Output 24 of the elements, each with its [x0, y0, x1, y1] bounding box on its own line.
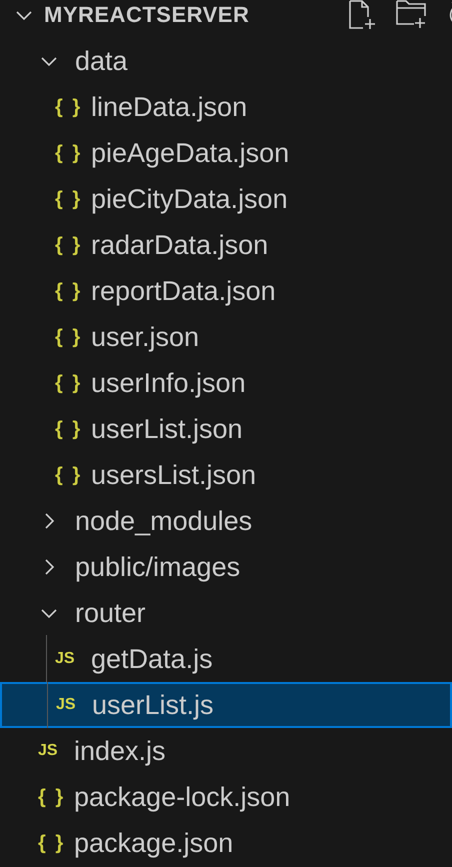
tree-item[interactable]: { } pieCityData.json [0, 176, 452, 222]
tree-item[interactable]: JS userList.js [0, 682, 452, 728]
tree-item[interactable]: router [0, 590, 452, 636]
tree-item[interactable]: { } package.json [0, 820, 452, 866]
js-icon: JS [38, 742, 60, 760]
js-icon: JS [56, 696, 78, 714]
tree-item[interactable]: { } reportData.json [0, 268, 452, 314]
tree-item[interactable]: { } pieAgeData.json [0, 130, 452, 176]
new-file-icon[interactable] [348, 0, 376, 30]
js-icon: JS [55, 650, 77, 668]
tree-item[interactable]: { } userInfo.json [0, 360, 452, 406]
tree-item[interactable]: node_modules [0, 498, 452, 544]
tree-item[interactable]: { } lineData.json [0, 84, 452, 130]
explorer-title: MYREACTSERVER [44, 2, 250, 28]
new-folder-icon[interactable] [396, 0, 428, 30]
tree-item[interactable]: data [0, 38, 452, 84]
tree-item[interactable]: JS getData.js [0, 636, 452, 682]
tree-item[interactable]: public/images [0, 544, 452, 590]
tree-item[interactable]: JS index.js [0, 728, 452, 774]
tree-item[interactable]: { } radarData.json [0, 222, 452, 268]
tree-item[interactable]: { } userList.json [0, 406, 452, 452]
tree-item[interactable]: { } package-lock.json [0, 774, 452, 820]
tree-item[interactable]: { } usersList.json [0, 452, 452, 498]
tree-item[interactable]: { } user.json [0, 314, 452, 360]
